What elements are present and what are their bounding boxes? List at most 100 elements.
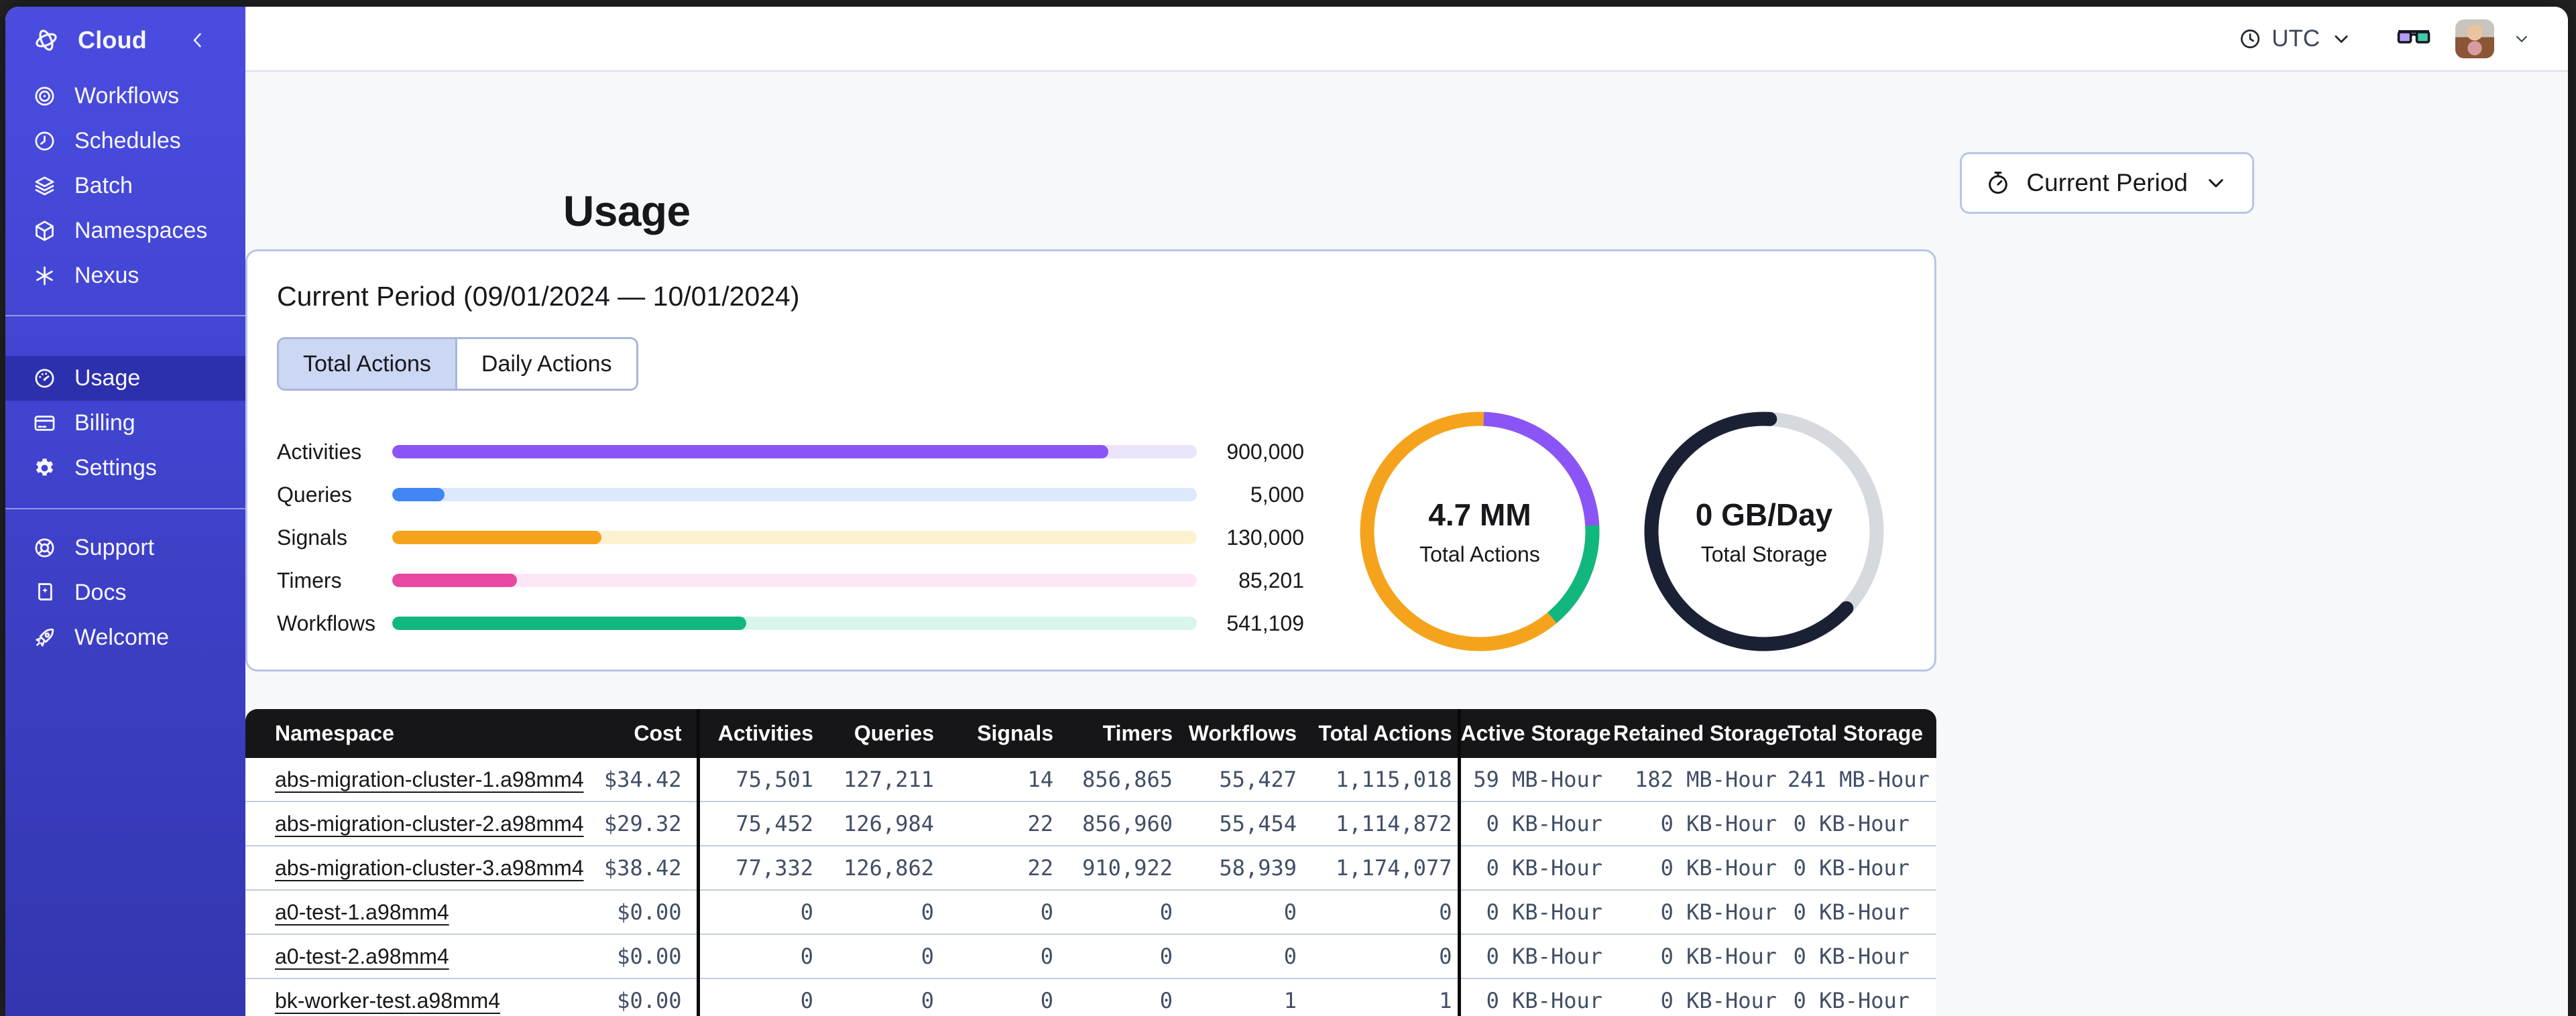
table-cell: 0 KB-Hour bbox=[1613, 801, 1788, 846]
column-header-workflows: Workflows bbox=[1178, 709, 1302, 758]
profile-menu-chevron-icon[interactable] bbox=[2512, 29, 2532, 49]
table-cell: 127,211 bbox=[843, 767, 934, 792]
namespace-link[interactable]: a0-test-1.a98mm4 bbox=[275, 900, 449, 924]
table-cell: 14 bbox=[1027, 767, 1053, 792]
table-cell: 241 MB-Hour bbox=[1788, 767, 1930, 792]
table-cell: 0 bbox=[696, 889, 819, 934]
table-cell: 1,174,077 bbox=[1302, 845, 1459, 890]
sidebar-collapse-button[interactable] bbox=[186, 29, 209, 52]
table-cell: 77,332 bbox=[696, 845, 819, 890]
namespace-link[interactable]: a0-test-2.a98mm4 bbox=[275, 944, 449, 968]
actions-tab-group: Total Actions Daily Actions bbox=[277, 337, 638, 391]
table-cell: 0 bbox=[1178, 889, 1302, 934]
table-row: bk-worker-test.a98mm4 $0.00 0 0 0 0 1 1 0 KB-Hou… bbox=[245, 978, 1936, 1016]
main-content: Usage Current Period Current Period (09/… bbox=[245, 72, 2568, 1016]
bar-fill bbox=[392, 531, 601, 544]
table-cell: 0 bbox=[819, 889, 939, 934]
timezone-label: UTC bbox=[2272, 25, 2320, 52]
bar-fill bbox=[392, 574, 517, 587]
table-cell: 59 MB-Hour bbox=[1457, 758, 1613, 802]
product-name: Cloud bbox=[78, 26, 147, 54]
table-cell: $0.00 bbox=[557, 978, 698, 1016]
sidebar-header: Cloud bbox=[5, 7, 245, 74]
table-cell: 0 bbox=[1059, 934, 1178, 978]
tab-total-actions[interactable]: Total Actions bbox=[279, 339, 455, 389]
sidebar-item-schedules[interactable]: Schedules bbox=[5, 119, 245, 164]
table-cell: 0 bbox=[696, 978, 819, 1016]
sidebar: Cloud Workflows Schedules Batch Namespaces N… bbox=[5, 7, 245, 1016]
sidebar-divider bbox=[5, 508, 245, 509]
sidebar-item-support[interactable]: Support bbox=[5, 525, 245, 570]
column-header-total-storage: Total Storage bbox=[1788, 709, 1936, 758]
table-cell: 75,501 bbox=[696, 758, 819, 802]
table-body: abs-migration-cluster-1.a98mm4 $34.42 75,5… bbox=[245, 758, 1936, 1016]
bar-label: Queries bbox=[277, 482, 353, 507]
namespace-link[interactable]: bk-worker-test.a98mm4 bbox=[275, 989, 500, 1013]
table-cell: 1,115,018 bbox=[1336, 767, 1452, 792]
labs-glasses-button[interactable] bbox=[2396, 27, 2431, 50]
bar-track bbox=[392, 617, 1197, 630]
sidebar-item-label: Usage bbox=[74, 365, 141, 391]
settings-icon bbox=[32, 456, 57, 481]
namespace-link[interactable]: abs-migration-cluster-3.a98mm4 bbox=[275, 856, 584, 880]
sidebar-item-settings[interactable]: Settings bbox=[5, 446, 245, 491]
tab-daily-actions[interactable]: Daily Actions bbox=[455, 339, 636, 389]
table-cell: 910,922 bbox=[1059, 845, 1178, 890]
sidebar-item-billing[interactable]: Billing bbox=[5, 401, 245, 446]
bar-label: Activities bbox=[277, 439, 362, 464]
support-icon bbox=[32, 535, 57, 560]
sidebar-item-batch[interactable]: Batch bbox=[5, 164, 245, 208]
sidebar-item-label: Nexus bbox=[74, 263, 139, 288]
sidebar-item-workflows[interactable]: Workflows bbox=[5, 74, 245, 119]
sidebar-item-usage[interactable]: Usage bbox=[5, 356, 245, 401]
table-row: abs-migration-cluster-1.a98mm4 $34.42 75,5… bbox=[245, 758, 1936, 802]
total-storage-caption: Total Storage bbox=[1700, 542, 1828, 566]
table-row: a0-test-2.a98mm4 $0.00 0 0 0 0 0 0 0 KB-Hour 0 KB… bbox=[245, 934, 1936, 978]
usage-bar-chart: Activities 900,000 Queries 5,000 Signals 130,… bbox=[277, 430, 1304, 645]
table-cell: 1 bbox=[1178, 978, 1302, 1016]
table-cell: 75,452 bbox=[696, 801, 819, 846]
table-cell: 0 KB-Hour bbox=[1613, 978, 1788, 1016]
namespace-link[interactable]: abs-migration-cluster-1.a98mm4 bbox=[275, 767, 584, 791]
table-row: abs-migration-cluster-2.a98mm4 $29.32 75,4… bbox=[245, 801, 1936, 846]
batch-icon bbox=[32, 174, 57, 198]
column-header-signals: Signals bbox=[939, 709, 1059, 758]
bar-fill bbox=[392, 617, 746, 630]
table-cell: 126,984 bbox=[819, 801, 939, 846]
user-avatar[interactable] bbox=[2455, 19, 2494, 58]
sidebar-item-nexus[interactable]: Nexus bbox=[5, 253, 245, 298]
temporal-logo-icon bbox=[32, 26, 60, 54]
sidebar-item-welcome[interactable]: Welcome bbox=[5, 615, 245, 660]
total-storage-donut: 0 GB/Day Total Storage bbox=[1644, 411, 1884, 651]
table-cell: 0 KB-Hour bbox=[1613, 934, 1788, 978]
table-cell: 126,862 bbox=[819, 845, 939, 890]
sidebar-item-namespaces[interactable]: Namespaces bbox=[5, 208, 245, 253]
sidebar-item-docs[interactable]: Docs bbox=[5, 570, 245, 615]
column-header-activities: Activities bbox=[696, 709, 819, 758]
period-button-label: Current Period bbox=[2026, 169, 2188, 196]
bar-track bbox=[392, 574, 1197, 587]
period-select-button[interactable]: Current Period bbox=[1960, 152, 2254, 214]
bar-track bbox=[392, 488, 1197, 501]
sidebar-primary-nav: Workflows Schedules Batch Namespaces Nexus bbox=[5, 74, 245, 298]
topbar: UTC bbox=[245, 7, 2568, 72]
page-title: Usage bbox=[563, 186, 691, 235]
bar-value: 900,000 bbox=[1226, 439, 1304, 464]
table-cell: 0 KB-Hour bbox=[1788, 801, 1936, 846]
table-cell: 1,114,872 bbox=[1302, 801, 1459, 846]
sidebar-divider bbox=[5, 315, 245, 316]
namespace-link[interactable]: abs-migration-cluster-2.a98mm4 bbox=[275, 812, 584, 836]
table-cell: $0.00 bbox=[557, 934, 698, 978]
card-title: Current Period (09/01/2024 — 10/01/2024) bbox=[277, 281, 800, 312]
table-cell: 0 bbox=[1302, 934, 1459, 978]
bar-track bbox=[392, 531, 1197, 544]
nexus-icon bbox=[32, 263, 57, 288]
table-cell: 58,939 bbox=[1178, 845, 1302, 890]
table-cell: 0 KB-Hour bbox=[1457, 889, 1613, 934]
usage-icon bbox=[32, 366, 57, 391]
table-cell: 0 bbox=[819, 934, 939, 978]
bar-fill bbox=[392, 445, 1108, 458]
sidebar-item-label: Namespaces bbox=[74, 218, 208, 243]
table-cell: 0 KB-Hour bbox=[1788, 845, 1936, 890]
timezone-selector[interactable]: UTC bbox=[2238, 25, 2353, 52]
